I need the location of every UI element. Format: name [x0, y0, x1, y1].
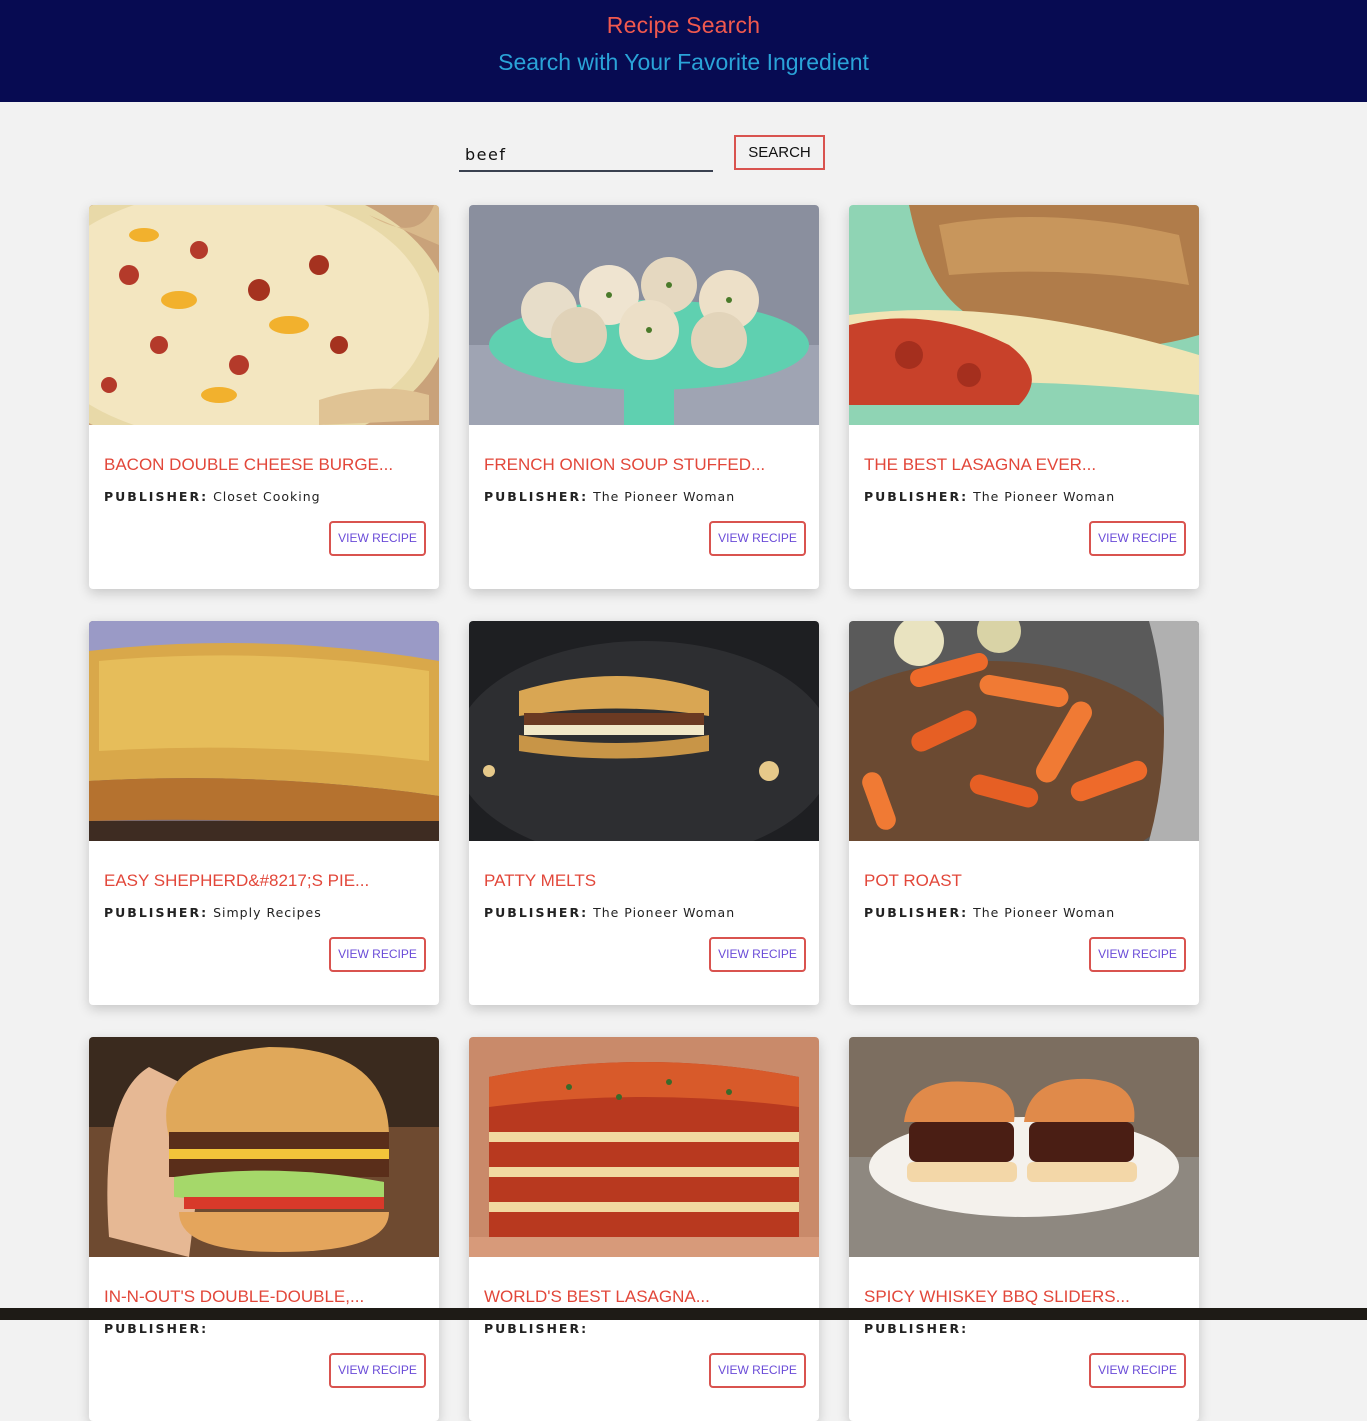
publisher-label: PUBLISHER:: [104, 905, 209, 920]
recipe-card: EASY SHEPHERD&#8217;S PIE... PUBLISHER: …: [89, 621, 439, 1005]
recipe-title: PATTY MELTS: [484, 871, 597, 890]
publisher: PUBLISHER: Simply Recipes: [104, 905, 322, 920]
view-recipe-button[interactable]: VIEW RECIPE: [329, 937, 426, 972]
publisher-label: PUBLISHER:: [104, 489, 209, 504]
publisher-name: The Pioneer Woman: [593, 905, 736, 920]
view-recipe-button[interactable]: VIEW RECIPE: [329, 1353, 426, 1388]
recipe-image[interactable]: [849, 205, 1199, 425]
app-subtitle: Search with Your Favorite Ingredient: [498, 49, 869, 75]
recipe-title: EASY SHEPHERD&#8217;S PIE...: [104, 871, 370, 890]
publisher-label: PUBLISHER:: [864, 489, 969, 504]
recipe-card: BACON DOUBLE CHEESE BURGE... PUBLISHER: …: [89, 205, 439, 589]
publisher: PUBLISHER: The Pioneer Woman: [484, 489, 735, 504]
recipe-title: WORLD'S BEST LASAGNA...: [484, 1287, 710, 1306]
publisher: PUBLISHER: The Pioneer Woman: [484, 905, 735, 920]
publisher: PUBLISHER:: [484, 1321, 588, 1336]
recipe-image[interactable]: [89, 621, 439, 841]
publisher-label: PUBLISHER:: [484, 905, 589, 920]
publisher-name: The Pioneer Woman: [593, 489, 736, 504]
recipe-image[interactable]: [469, 1037, 819, 1257]
view-recipe-button[interactable]: VIEW RECIPE: [709, 937, 806, 972]
view-recipe-button[interactable]: VIEW RECIPE: [709, 521, 806, 556]
publisher: PUBLISHER: Closet Cooking: [104, 489, 321, 504]
recipe-image[interactable]: [469, 205, 819, 425]
recipe-card: THE BEST LASAGNA EVER... PUBLISHER: The …: [849, 205, 1199, 589]
publisher-label: PUBLISHER:: [104, 1321, 209, 1336]
recipe-image[interactable]: [89, 205, 439, 425]
search-input[interactable]: [459, 138, 713, 172]
publisher-label: PUBLISHER:: [484, 1321, 589, 1336]
recipe-title: FRENCH ONION SOUP STUFFED...: [484, 455, 766, 474]
view-recipe-button[interactable]: VIEW RECIPE: [1089, 937, 1186, 972]
app-header: Recipe Search Search with Your Favorite …: [0, 0, 1367, 102]
recipe-card: IN-N-OUT'S DOUBLE-DOUBLE,... PUBLISHER: …: [89, 1037, 439, 1421]
recipe-image[interactable]: [469, 621, 819, 841]
recipe-title: BACON DOUBLE CHEESE BURGE...: [104, 455, 394, 474]
recipe-card: WORLD'S BEST LASAGNA... PUBLISHER: VIEW …: [469, 1037, 819, 1421]
publisher-name: The Pioneer Woman: [973, 905, 1116, 920]
view-recipe-button[interactable]: VIEW RECIPE: [1089, 1353, 1186, 1388]
recipe-title: SPICY WHISKEY BBQ SLIDERS...: [864, 1287, 1130, 1306]
publisher-label: PUBLISHER:: [484, 489, 589, 504]
recipe-title: IN-N-OUT'S DOUBLE-DOUBLE,...: [104, 1287, 365, 1306]
view-recipe-button[interactable]: VIEW RECIPE: [329, 521, 426, 556]
recipe-card: SPICY WHISKEY BBQ SLIDERS... PUBLISHER: …: [849, 1037, 1199, 1421]
publisher: PUBLISHER:: [104, 1321, 208, 1336]
bottom-bar: [0, 1308, 1367, 1320]
recipe-card: POT ROAST PUBLISHER: The Pioneer Woman V…: [849, 621, 1199, 1005]
recipe-image[interactable]: [849, 1037, 1199, 1257]
view-recipe-button[interactable]: VIEW RECIPE: [1089, 521, 1186, 556]
recipe-title: POT ROAST: [864, 871, 962, 890]
view-recipe-button[interactable]: VIEW RECIPE: [709, 1353, 806, 1388]
recipe-image[interactable]: [849, 621, 1199, 841]
publisher: PUBLISHER: The Pioneer Woman: [864, 489, 1115, 504]
publisher-name: Closet Cooking: [213, 489, 321, 504]
publisher-label: PUBLISHER:: [864, 905, 969, 920]
publisher-label: PUBLISHER:: [864, 1321, 969, 1336]
publisher-name: The Pioneer Woman: [973, 489, 1116, 504]
recipe-card: PATTY MELTS PUBLISHER: The Pioneer Woman…: [469, 621, 819, 1005]
publisher-name: Simply Recipes: [213, 905, 322, 920]
search-button[interactable]: SEARCH: [734, 135, 825, 170]
app-title: Recipe Search: [606, 12, 761, 38]
recipe-title: THE BEST LASAGNA EVER...: [864, 455, 1097, 474]
publisher: PUBLISHER: The Pioneer Woman: [864, 905, 1115, 920]
publisher: PUBLISHER:: [864, 1321, 968, 1336]
recipe-card: FRENCH ONION SOUP STUFFED... PUBLISHER: …: [469, 205, 819, 589]
recipe-image[interactable]: [89, 1037, 439, 1257]
